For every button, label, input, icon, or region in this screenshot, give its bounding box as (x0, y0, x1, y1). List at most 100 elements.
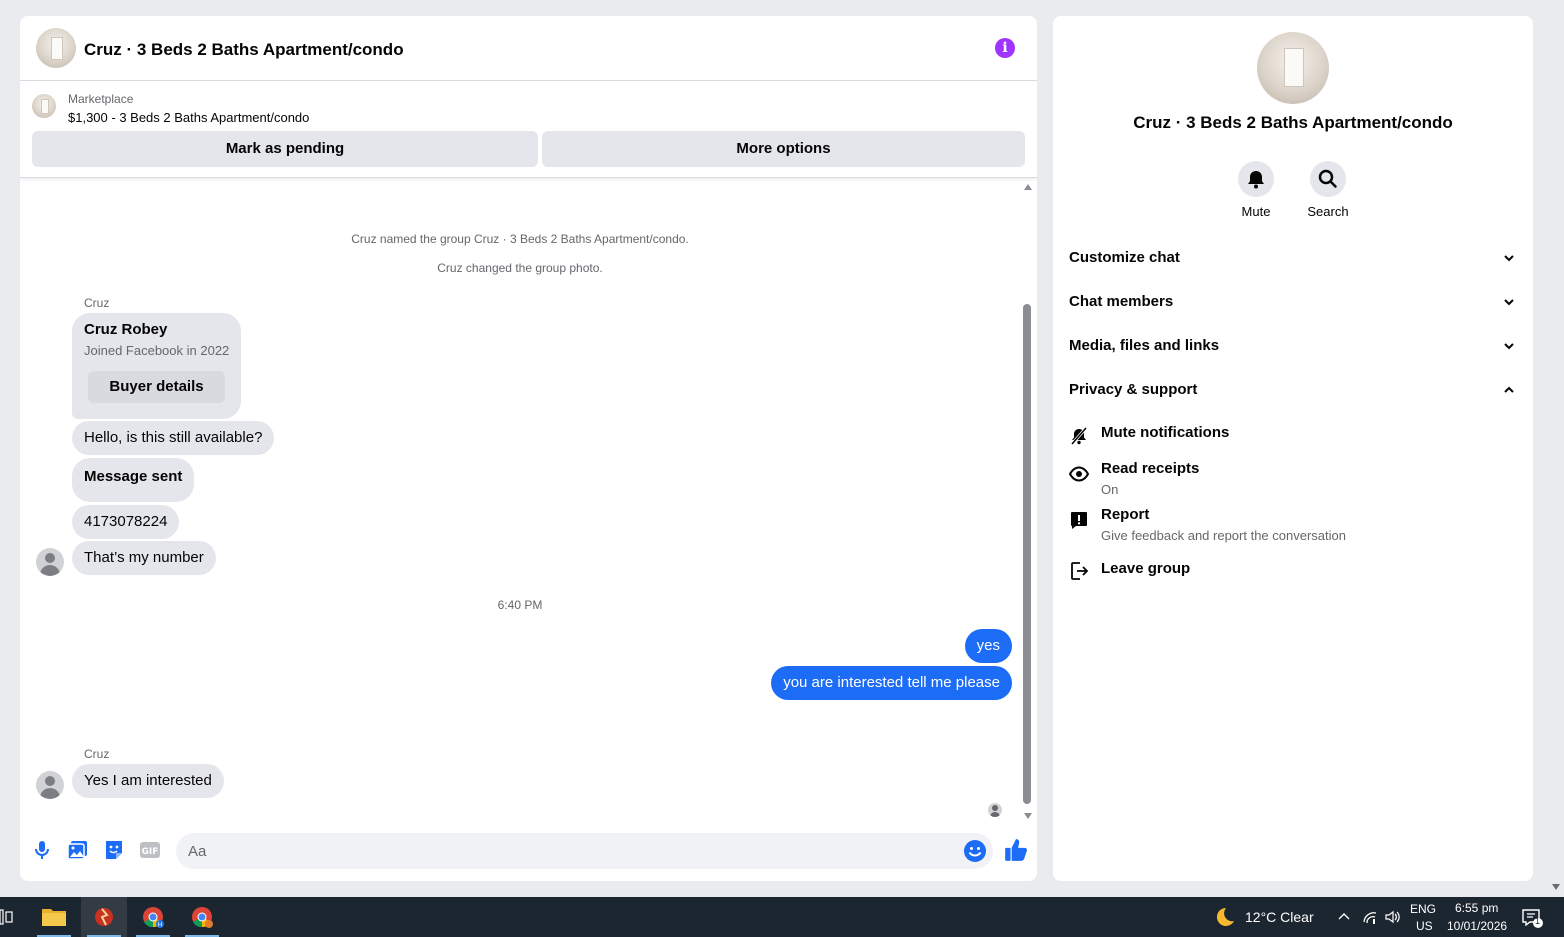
microphone-icon[interactable] (30, 838, 54, 862)
svg-text:GIF: GIF (142, 847, 159, 857)
item-label: Read receipts (1101, 460, 1200, 477)
section-label: Customize chat (1069, 249, 1180, 266)
outgoing-bubble[interactable]: you are interested tell me please (771, 666, 1012, 700)
read-receipts-status: On (1101, 482, 1119, 497)
photo-icon[interactable] (66, 838, 90, 862)
report-description: Give feedback and report the conversatio… (1101, 528, 1346, 543)
info-panel-title: Cruz · 3 Beds 2 Baths Apartment/condo (1133, 113, 1453, 132)
notification-count: 1 (1535, 916, 1541, 926)
emoji-icon[interactable] (963, 839, 987, 863)
task-view-icon[interactable] (0, 909, 14, 925)
chrome-icon (192, 907, 213, 928)
sender-avatar[interactable] (36, 771, 64, 799)
group-photo[interactable] (1257, 32, 1329, 104)
gif-icon[interactable]: GIF (138, 838, 162, 862)
listing-thumbnail[interactable] (32, 94, 56, 118)
buyer-joined: Joined Facebook in 2022 (84, 343, 230, 358)
input-region[interactable]: US (1416, 919, 1433, 933)
marketplace-label: Marketplace (68, 92, 134, 106)
folder-icon (42, 909, 66, 926)
message-bubble[interactable]: Hello, is this still available? (72, 421, 275, 455)
taskbar-chrome-profile[interactable] (179, 897, 225, 937)
buyer-details-button[interactable]: Buyer details (88, 371, 225, 403)
mark-pending-button[interactable]: Mark as pending (32, 131, 538, 167)
section-privacy-support[interactable]: Privacy & support (1069, 374, 1517, 406)
message-bubble[interactable]: Message sent (72, 458, 195, 502)
listing-title[interactable]: $1,300 - 3 Beds 2 Baths Apartment/condo (68, 110, 309, 125)
seen-indicator-avatar (988, 803, 1002, 817)
section-media-files-links[interactable]: Media, files and links (1069, 330, 1517, 362)
network-icon[interactable] (1362, 909, 1378, 925)
weather-text[interactable]: 12°C Clear (1245, 909, 1314, 925)
section-label: Media, files and links (1069, 337, 1220, 354)
chevron-up-icon[interactable] (1338, 912, 1350, 920)
bell-icon (1248, 171, 1264, 189)
buyer-name: Cruz Robey (84, 321, 168, 338)
message-bubble[interactable]: 4173078224 (72, 505, 180, 539)
chat-title[interactable]: Cruz · 3 Beds 2 Baths Apartment/condo (84, 40, 404, 60)
report-item[interactable]: Report Give feedback and report the conv… (1069, 506, 1517, 546)
search-icon (1318, 169, 1337, 188)
message-bubble[interactable]: That’s my number (72, 541, 216, 575)
eye-icon (1069, 466, 1089, 482)
system-message: Cruz named the group Cruz · 3 Beds 2 Bat… (351, 232, 689, 246)
moon-weather-icon[interactable] (1212, 906, 1236, 928)
app-icon (95, 908, 113, 926)
section-label: Privacy & support (1069, 381, 1198, 398)
taskbar-app-red[interactable] (81, 897, 127, 937)
mute-button[interactable]: Mute (1226, 161, 1286, 219)
scroll-up-arrow[interactable] (1024, 184, 1032, 190)
message-composer: GIF (20, 828, 1037, 874)
input-language[interactable]: ENG (1410, 902, 1436, 916)
search-label: Search (1307, 204, 1349, 219)
item-label: Leave group (1101, 560, 1191, 577)
sender-name: Cruz (84, 296, 110, 310)
scroll-thumb[interactable] (1023, 304, 1031, 804)
chat-header: Cruz · 3 Beds 2 Baths Apartment/condo i (20, 16, 1037, 81)
chat-panel: Cruz · 3 Beds 2 Baths Apartment/condo i … (20, 16, 1037, 881)
chrome-icon: H (143, 907, 164, 929)
taskbar-chrome-h[interactable]: H (130, 897, 176, 937)
search-button[interactable]: Search (1298, 161, 1358, 219)
leave-icon (1071, 562, 1089, 580)
outgoing-bubble[interactable]: yes (964, 629, 1012, 663)
buyer-profile-card: Cruz Robey Joined Facebook in 2022 Buyer… (72, 313, 241, 419)
message-scrollbar[interactable] (1022, 184, 1032, 819)
windows-taskbar: H 12°C Clear ENG US 6:55 pm 10/01/2026 1 (0, 897, 1564, 937)
clock-date[interactable]: 10/01/2026 (1447, 919, 1507, 933)
section-customize-chat[interactable]: Customize chat (1069, 242, 1517, 274)
leave-group-item[interactable]: Leave group (1069, 560, 1517, 584)
read-receipts-item[interactable]: Read receipts On (1069, 460, 1517, 500)
scroll-down-arrow[interactable] (1024, 813, 1032, 819)
item-label: Mute notifications (1101, 424, 1230, 441)
chevron-down-icon (1504, 299, 1514, 306)
group-avatar[interactable] (36, 28, 76, 68)
chevron-up-icon (1504, 386, 1514, 393)
message-timestamp: 6:40 PM (497, 598, 543, 612)
thumbs-up-icon[interactable] (1003, 837, 1029, 863)
section-label: Chat members (1069, 293, 1174, 310)
info-icon[interactable]: i (995, 38, 1015, 58)
sender-avatar[interactable] (36, 548, 64, 576)
sticker-icon[interactable] (102, 838, 126, 862)
marketplace-bar: Marketplace $1,300 - 3 Beds 2 Baths Apar… (20, 82, 1037, 178)
page-scroll-down-arrow[interactable] (1552, 884, 1560, 890)
bell-off-icon (1070, 427, 1088, 445)
chevron-down-icon (1504, 343, 1514, 350)
chevron-down-icon (1504, 255, 1514, 262)
message-input[interactable] (176, 833, 993, 869)
clock-time[interactable]: 6:55 pm (1455, 901, 1498, 915)
sender-name: Cruz (84, 747, 110, 761)
item-label: Report (1101, 506, 1150, 523)
more-options-button[interactable]: More options (542, 131, 1025, 167)
system-message: Cruz changed the group photo. (437, 261, 603, 275)
section-chat-members[interactable]: Chat members (1069, 286, 1517, 318)
report-icon (1071, 512, 1087, 529)
mute-label: Mute (1241, 204, 1271, 219)
mute-notifications-item[interactable]: Mute notifications (1069, 424, 1517, 448)
taskbar-file-explorer[interactable] (31, 897, 77, 937)
conversation-info-panel: Cruz · 3 Beds 2 Baths Apartment/condo Mu… (1053, 16, 1533, 881)
message-bubble[interactable]: Yes I am interested (72, 764, 224, 798)
volume-icon[interactable] (1384, 909, 1400, 925)
svg-text:H: H (158, 922, 163, 929)
